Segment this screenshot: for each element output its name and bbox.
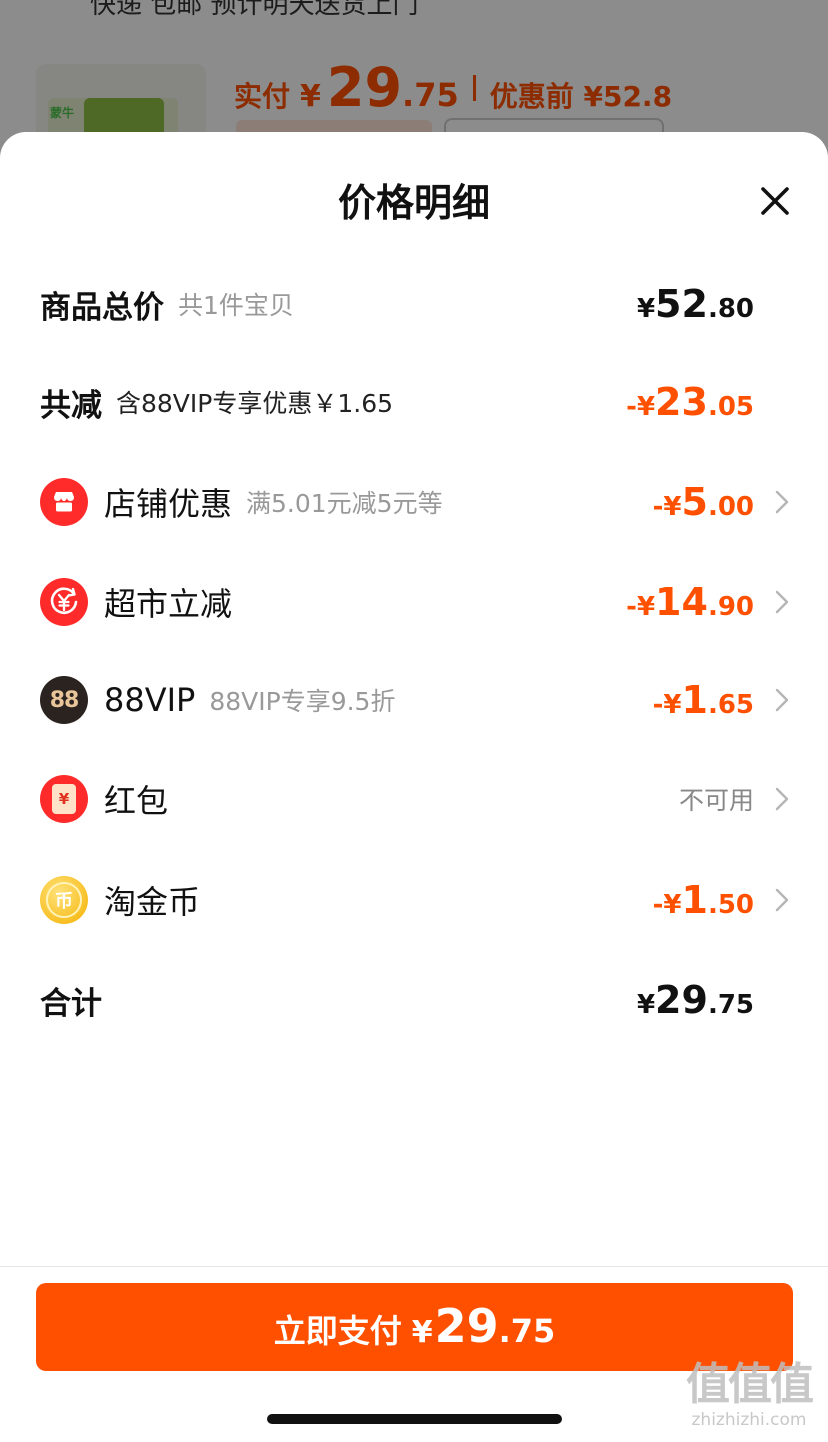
taojin-coins-label: 淘金币	[104, 883, 201, 921]
minus-sign: -	[626, 392, 637, 422]
vip-discount-note: 含88VIP专享优惠￥1.65	[116, 389, 394, 418]
88vip-discount-amount: - ¥ 1 .65	[653, 678, 754, 722]
pay-int: 29	[434, 1299, 499, 1353]
footer-divider	[0, 1266, 828, 1267]
amount-int: 14	[655, 580, 708, 624]
row-red-packet[interactable]: ¥ 红包 不可用	[0, 759, 828, 839]
currency-symbol: ¥	[636, 294, 656, 324]
minus-sign: -	[652, 492, 664, 522]
total-discount-amount: - ¥ 23 .05	[626, 380, 754, 424]
currency-symbol: ¥	[636, 592, 656, 622]
amount-int: 1	[681, 878, 708, 922]
home-indicator[interactable]	[267, 1414, 562, 1424]
close-icon	[761, 187, 789, 215]
red-packet-icon: ¥	[40, 775, 88, 823]
row-shop-discount[interactable]: 店铺优惠 满5.01元减5元等 - ¥ 5 .00	[0, 462, 828, 542]
item-count: 共1件宝贝	[178, 291, 294, 320]
chevron-right-icon	[775, 688, 789, 712]
amount-int: 5	[681, 480, 708, 524]
88vip-label: 88VIP	[104, 681, 196, 719]
amount-int: 29	[655, 978, 708, 1022]
row-total-price: 商品总价 共1件宝贝 ¥ 52 .80	[0, 264, 828, 344]
watermark-logo: 值值值	[686, 1359, 814, 1410]
amount-dec: .80	[707, 294, 754, 324]
row-sum: 合计 ¥ 29 .75	[0, 960, 828, 1040]
coin-icon-text: 币	[46, 882, 82, 918]
amount-int: 23	[655, 380, 708, 424]
red-packet-icon-text: ¥	[52, 784, 76, 814]
sum-label: 合计	[40, 985, 102, 1022]
amount-dec: .75	[707, 990, 754, 1020]
amount-dec: .90	[707, 592, 754, 622]
chevron-right-icon	[775, 787, 789, 811]
chevron-right-icon	[775, 888, 789, 912]
supermarket-discount-amount: - ¥ 14 .90	[626, 580, 754, 624]
pay-currency: ¥	[411, 1315, 433, 1350]
supermarket-discount-label: 超市立减	[104, 585, 233, 623]
amount-dec: .00	[707, 492, 754, 522]
pay-now-label: 立即支付	[273, 1312, 402, 1350]
red-packet-label: 红包	[104, 782, 169, 820]
sheet-title: 价格明细	[337, 181, 490, 225]
yuan-coin-icon	[40, 578, 88, 626]
currency-symbol: ¥	[663, 690, 682, 720]
product-brand: 蒙牛	[50, 106, 75, 120]
page: 快递 包邮 预计明天送货上门 蒙牛 实付 ¥ 29 .75 优惠前 ¥52.8 …	[0, 0, 828, 1442]
watermark-url: zhizhizhi.com	[691, 1410, 807, 1430]
minus-sign: -	[652, 690, 664, 720]
88vip-icon-text: 88	[49, 687, 80, 713]
amount-int: 52	[655, 282, 708, 326]
watermark: 值值值 zhizhizhi.com	[676, 1359, 822, 1431]
chevron-right-icon	[775, 590, 789, 614]
shop-discount-rule: 满5.01元减5元等	[246, 489, 443, 518]
row-supermarket-discount[interactable]: 超市立减 - ¥ 14 .90	[0, 562, 828, 642]
88vip-icon: 88	[40, 676, 88, 724]
currency-symbol: ¥	[636, 392, 656, 422]
pay-now-button[interactable]: 立即支付 ¥ 29 .75	[36, 1283, 793, 1371]
row-88vip-discount[interactable]: 88 88VIP 88VIP专享9.5折 - ¥ 1 .65	[0, 660, 828, 740]
currency-symbol: ¥	[663, 890, 682, 920]
row-taojin-coins[interactable]: 币 淘金币 - ¥ 1 .50	[0, 860, 828, 940]
close-button[interactable]	[752, 178, 798, 224]
amount-dec: .05	[707, 392, 754, 422]
shop-discount-label: 店铺优惠	[104, 485, 233, 523]
amount-int: 1	[681, 678, 708, 722]
shop-icon	[40, 478, 88, 526]
minus-sign: -	[626, 592, 637, 622]
chevron-right-icon	[775, 490, 789, 514]
red-packet-status: 不可用	[678, 786, 754, 815]
taojin-coin-icon: 币	[40, 876, 88, 924]
pay-dec: .75	[498, 1312, 556, 1350]
88vip-rule: 88VIP专享9.5折	[209, 687, 396, 716]
minus-sign: -	[652, 890, 664, 920]
total-price-label: 商品总价	[40, 289, 164, 326]
row-total-discount: 共减 含88VIP专享优惠￥1.65 - ¥ 23 .05	[0, 362, 828, 442]
price-detail-sheet: 价格明细 商品总价 共1件宝贝 ¥ 52 .80 共减 含88VIP专享优惠￥1…	[0, 132, 828, 1442]
amount-dec: .65	[707, 690, 754, 720]
amount-dec: .50	[707, 890, 754, 920]
shop-discount-amount: - ¥ 5 .00	[653, 480, 754, 524]
total-price-amount: ¥ 52 .80	[637, 282, 754, 326]
currency-symbol: ¥	[636, 990, 656, 1020]
sum-amount: ¥ 29 .75	[637, 978, 754, 1022]
total-discount-label: 共减	[40, 387, 102, 424]
taojin-coins-amount: - ¥ 1 .50	[653, 878, 754, 922]
currency-symbol: ¥	[663, 492, 682, 522]
